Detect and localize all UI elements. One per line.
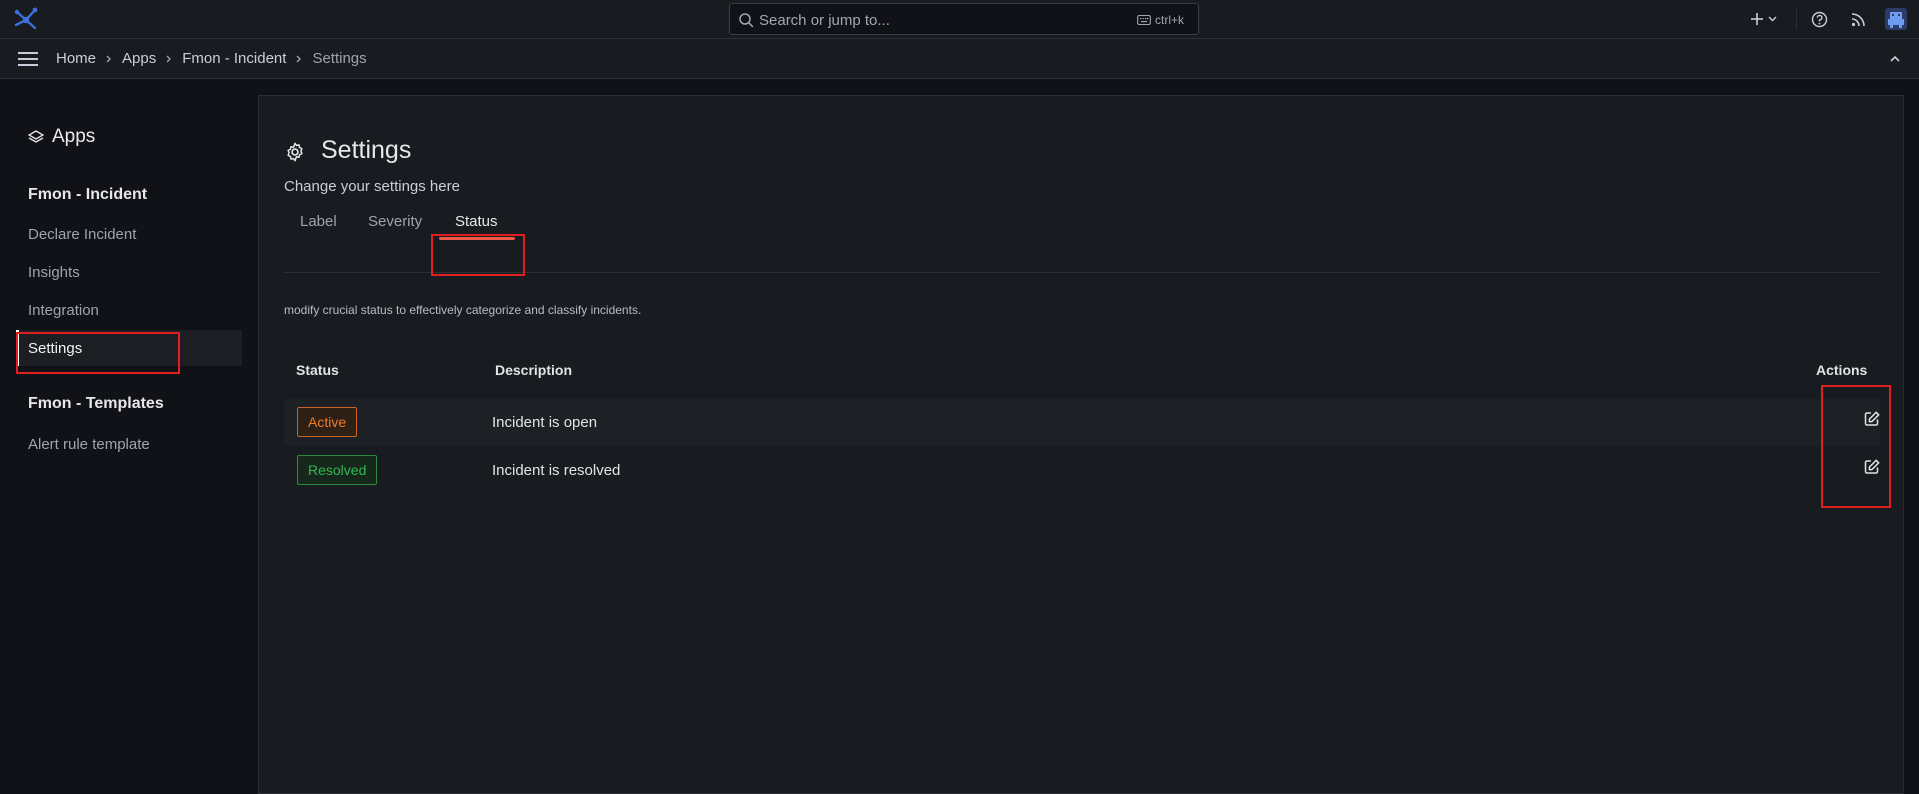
breadcrumb-fmon-incident[interactable]: Fmon - Incident — [182, 50, 286, 67]
edit-icon[interactable] — [1863, 410, 1881, 428]
sidebar-group-fmon-incident: Fmon - Incident — [28, 186, 148, 203]
column-header-actions: Actions — [1816, 362, 1868, 378]
search-icon — [739, 13, 754, 28]
status-description: Incident is open — [492, 414, 598, 431]
sidebar-item-settings[interactable]: Settings — [16, 330, 242, 366]
sidebar-title: Apps — [52, 126, 96, 147]
chevron-up-icon[interactable] — [1888, 52, 1902, 66]
breadcrumb-home[interactable]: Home — [56, 50, 96, 67]
layers-icon — [28, 130, 44, 143]
hamburger-menu-icon[interactable] — [17, 51, 39, 67]
status-description: Incident is resolved — [492, 462, 621, 479]
tab-severity[interactable]: Severity — [368, 213, 422, 230]
chevron-right-icon — [296, 55, 302, 62]
user-avatar[interactable] — [1885, 8, 1907, 30]
page-title: Settings — [321, 136, 412, 164]
breadcrumb-bar: Home Apps Fmon - Incident Settings — [0, 39, 1919, 79]
app-sidebar: Apps Fmon - Incident Declare Incident In… — [0, 80, 258, 794]
table-row: Active Incident is open — [284, 399, 1880, 445]
toolbar-divider — [1796, 8, 1797, 30]
search-shortcut: ctrl+k — [1155, 13, 1185, 27]
tab-description: modify crucial status to effectively cat… — [284, 303, 642, 317]
status-badge: Active — [297, 407, 358, 437]
sidebar-group-fmon-templates: Fmon - Templates — [28, 395, 164, 412]
sidebar-item-alert-rule-template[interactable]: Alert rule template — [16, 426, 242, 462]
top-bar: Search or jump to... ctrl+k — [0, 0, 1919, 39]
help-icon[interactable] — [1811, 11, 1828, 28]
keyboard-icon — [1137, 14, 1151, 26]
news-feed-icon[interactable] — [1850, 11, 1867, 28]
breadcrumb: Home Apps Fmon - Incident Settings — [56, 50, 367, 67]
breadcrumb-settings: Settings — [312, 50, 367, 67]
app-logo-icon[interactable] — [13, 7, 39, 31]
search-placeholder: Search or jump to... — [759, 12, 890, 29]
sidebar-header: Apps — [28, 126, 95, 148]
search-input[interactable]: Search or jump to... ctrl+k — [729, 3, 1199, 35]
tab-label[interactable]: Label — [300, 213, 337, 230]
sidebar-item-declare-incident[interactable]: Declare Incident — [16, 216, 242, 252]
tab-status[interactable]: Status — [455, 213, 498, 230]
sidebar-item-integration[interactable]: Integration — [16, 292, 242, 328]
column-header-description: Description — [495, 362, 573, 378]
tab-bar — [284, 226, 1880, 273]
status-badge: Resolved — [297, 455, 378, 485]
add-new-button[interactable] — [1749, 10, 1781, 28]
chevron-right-icon — [106, 55, 111, 62]
sidebar-item-insights[interactable]: Insights — [16, 254, 242, 290]
chevron-right-icon — [166, 55, 172, 62]
table-row: Resolved Incident is resolved — [284, 447, 1880, 493]
page-subtitle: Change your settings here — [284, 178, 460, 195]
settings-panel: Settings Change your settings here Label… — [258, 95, 1904, 794]
breadcrumb-apps[interactable]: Apps — [122, 50, 156, 67]
gear-icon — [287, 142, 303, 162]
column-header-status: Status — [296, 362, 339, 378]
active-tab-indicator — [439, 237, 515, 240]
edit-icon[interactable] — [1863, 458, 1881, 476]
